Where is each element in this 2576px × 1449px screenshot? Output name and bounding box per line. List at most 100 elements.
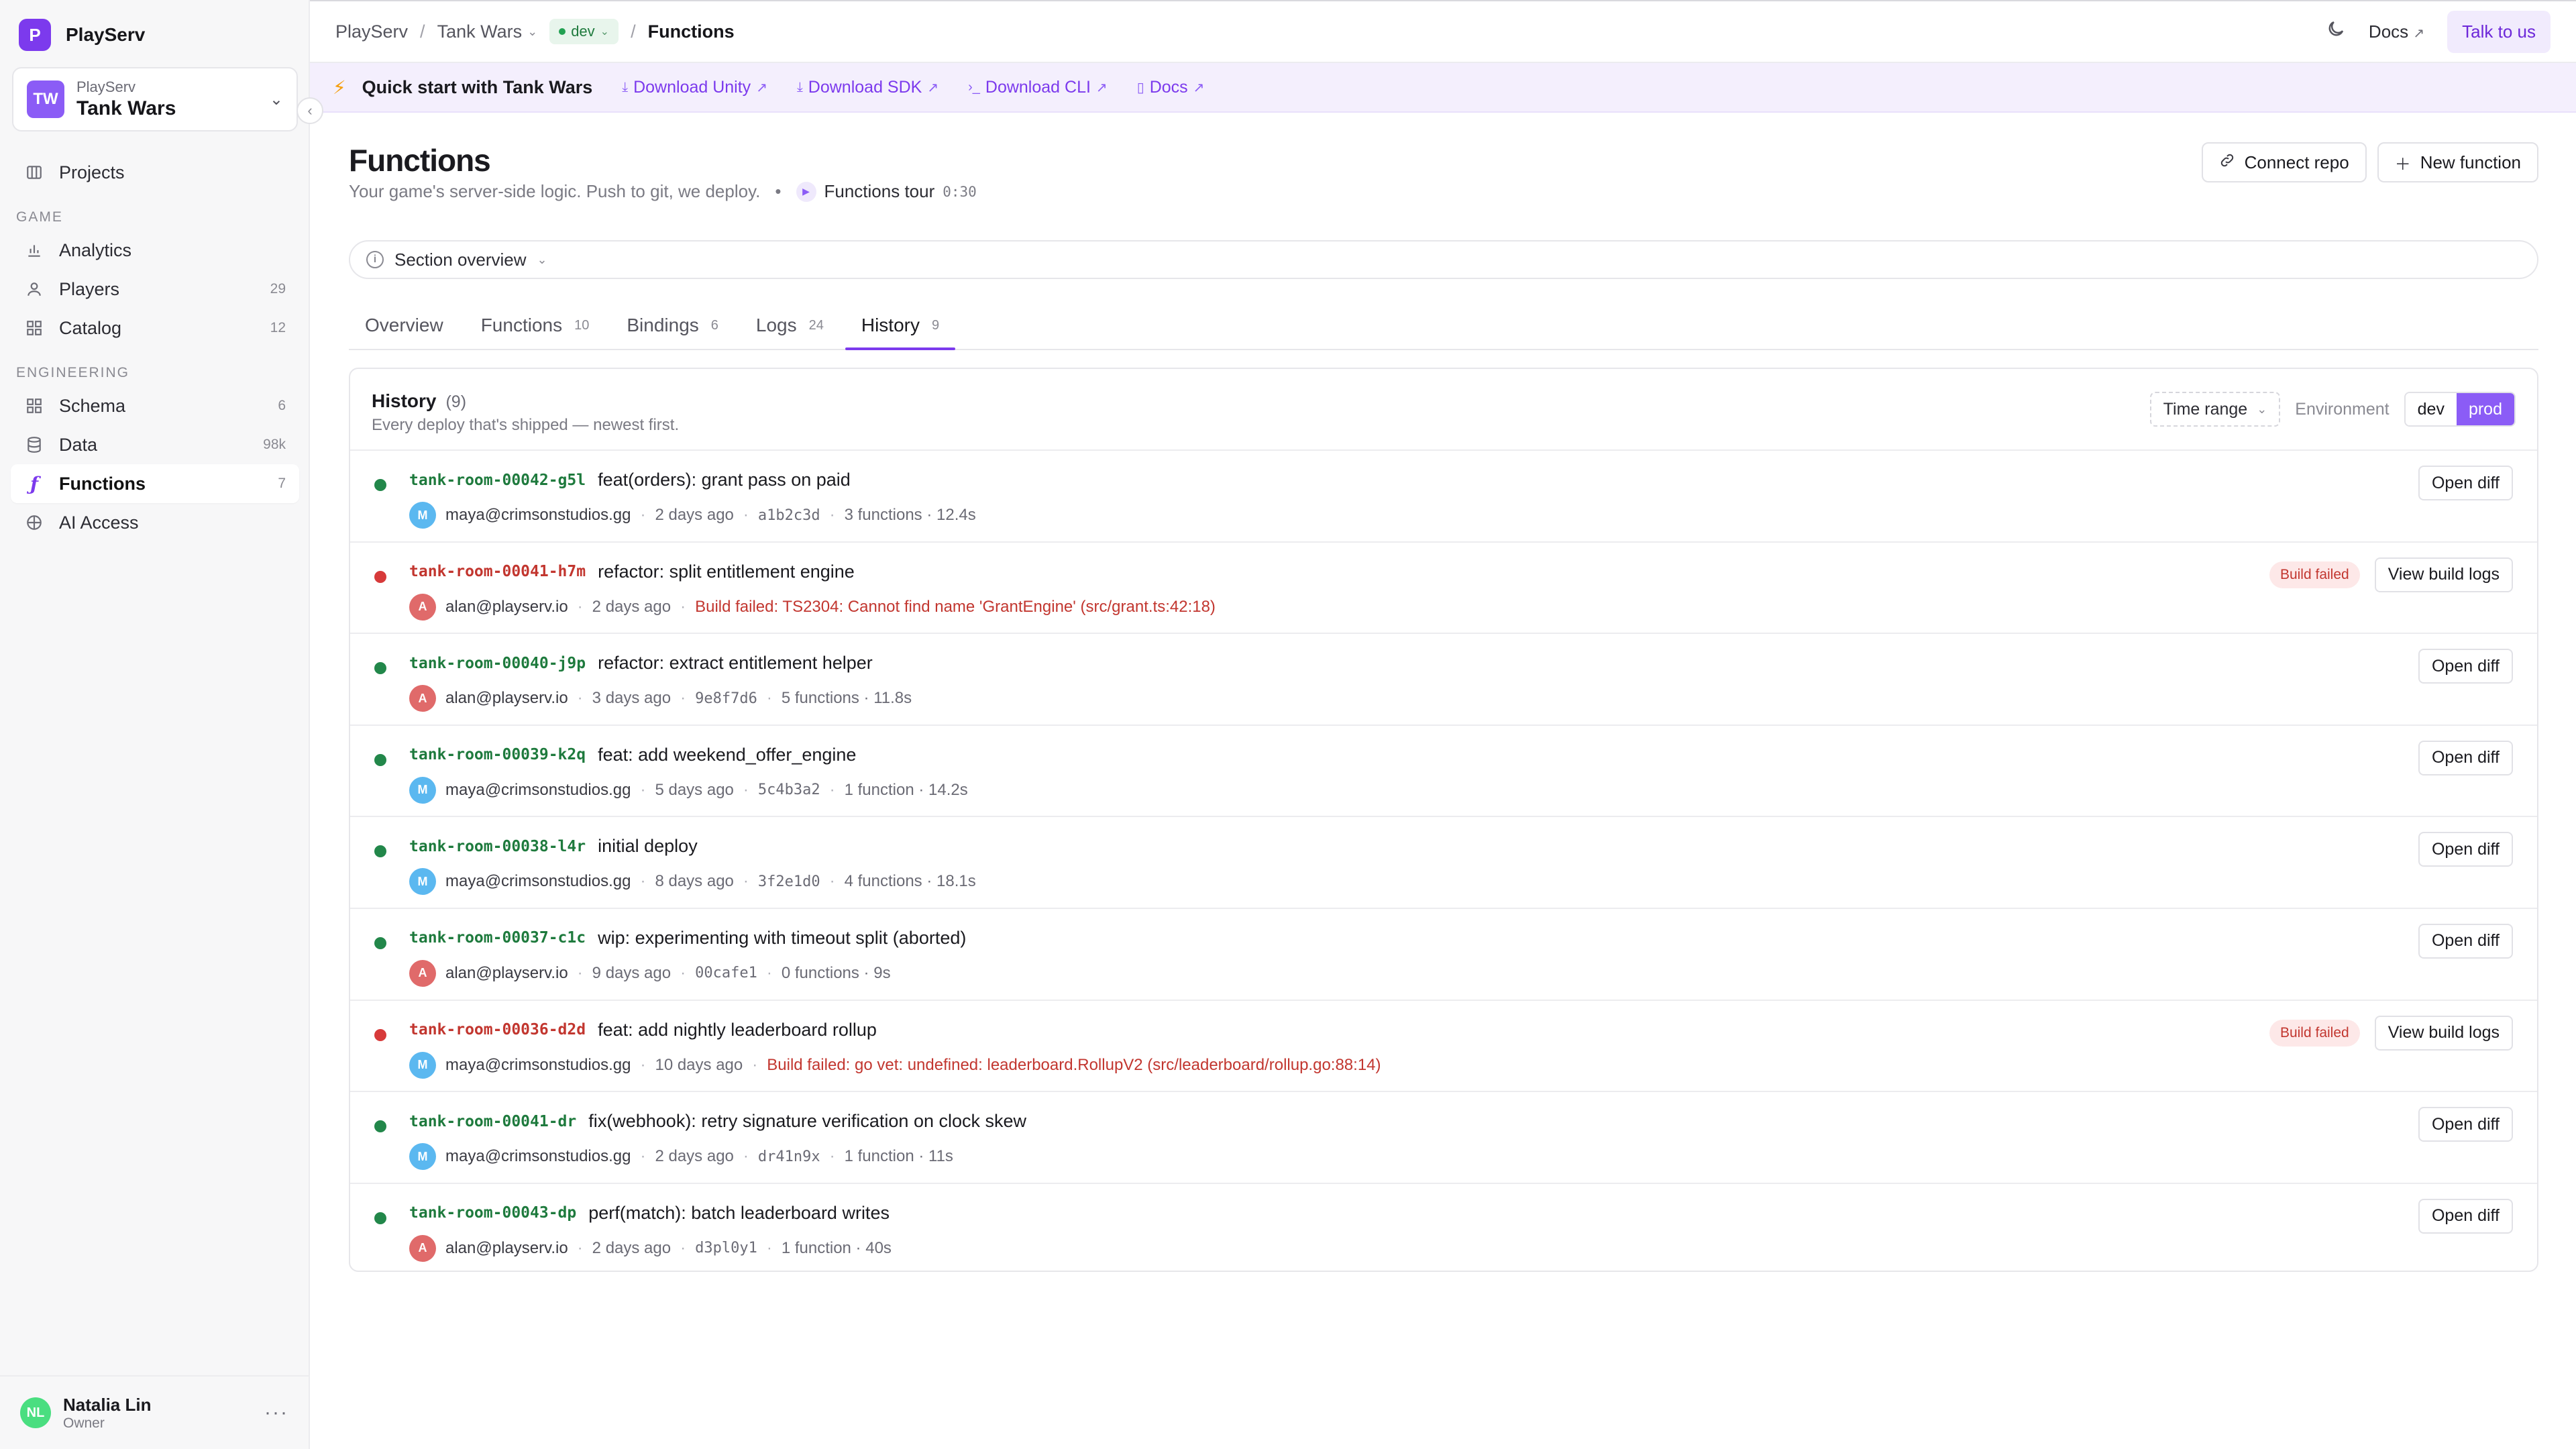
sidebar-item-analytics[interactable]: Analytics (11, 231, 299, 270)
row-meta: M maya@crimsonstudios.gg · 2 days ago · … (409, 502, 976, 529)
commit-hash[interactable]: 3f2e1d0 (758, 873, 820, 890)
row-header: tank-room-00041-h7m refactor: split enti… (409, 561, 855, 582)
chevron-down-icon[interactable]: ⌄ (527, 25, 537, 39)
environment-label: Environment (2295, 399, 2390, 419)
open-diff-button[interactable]: Open diff (2418, 1107, 2513, 1142)
deploy-time: 10 days ago (655, 1055, 743, 1074)
open-diff-button[interactable]: Open diff (2418, 649, 2513, 684)
user-icon (24, 279, 44, 299)
time-range-label: Time range (2163, 399, 2248, 419)
new-function-button[interactable]: ＋ New function (2377, 142, 2538, 182)
open-diff-button[interactable]: Open diff (2418, 832, 2513, 867)
env-option-prod[interactable]: prod (2456, 393, 2514, 425)
sidebar-item-catalog[interactable]: Catalog 12 (11, 309, 299, 347)
functions-tour-button[interactable]: ▶ Functions tour 0:30 (796, 181, 977, 202)
view-build-logs-button[interactable]: View build logs (2374, 1015, 2513, 1051)
deploy-id[interactable]: tank-room-00040-j9p (409, 655, 586, 672)
open-diff-button[interactable]: Open diff (2418, 1198, 2513, 1234)
docs-link[interactable]: ▯ Docs ↗ (1137, 78, 1205, 97)
sidebar-item-functions[interactable]: ƒ Functions 7 (11, 464, 299, 503)
sidebar-item-schema[interactable]: Schema 6 (11, 386, 299, 425)
deploy-stats: 5 functions · 11.8s (781, 689, 912, 708)
commit-message: feat: add weekend_offer_engine (598, 744, 857, 765)
sidebar-item-projects[interactable]: Projects (11, 153, 299, 192)
row-actions: Open diff (2418, 923, 2513, 959)
projects-icon (24, 162, 44, 182)
deploy-id[interactable]: tank-room-00036-d2d (409, 1021, 586, 1038)
tab-overview[interactable]: Overview (349, 302, 460, 349)
sidebar-nav: Projects GAME Analytics Players 29 Catal… (11, 153, 299, 542)
commit-hash[interactable]: a1b2c3d (758, 507, 820, 524)
connect-repo-button[interactable]: Connect repo (2201, 142, 2367, 182)
commit-hash[interactable]: 00cafe1 (695, 965, 757, 981)
chevron-down-icon: ⌄ (269, 90, 283, 109)
sidebar-item-players[interactable]: Players 29 (11, 270, 299, 309)
time-range-select[interactable]: Time range ⌄ (2149, 392, 2281, 427)
tab-logs[interactable]: Logs 24 (740, 302, 840, 349)
avatar: A (409, 959, 436, 987)
user-card[interactable]: NL Natalia Lin Owner ··· (0, 1375, 309, 1449)
docs-link[interactable]: Docs ↗ (2369, 21, 2424, 42)
row-header: tank-room-00042-g5l feat(orders): grant … (409, 470, 851, 490)
open-diff-button[interactable]: Open diff (2418, 923, 2513, 959)
env-selector[interactable]: dev ⌄ (549, 19, 619, 44)
breadcrumb-root[interactable]: PlayServ (335, 21, 408, 42)
chevron-down-icon: ⌄ (2257, 402, 2267, 416)
sidebar-item-count: 98k (263, 437, 286, 452)
link-label: Download Unity (633, 77, 751, 97)
deploy-id[interactable]: tank-room-00041-h7m (409, 563, 586, 580)
tab-bindings[interactable]: Bindings 6 (610, 302, 735, 349)
collapse-sidebar-button[interactable]: ‹ (297, 97, 323, 124)
table-row: tank-room-00039-k2q feat: add weekend_of… (350, 726, 2537, 818)
deploy-id[interactable]: tank-room-00041-dr (409, 1113, 576, 1130)
talk-to-us-button[interactable]: Talk to us (2447, 10, 2551, 53)
project-switcher[interactable]: TW PlayServ Tank Wars ⌄ (12, 67, 298, 131)
env-option-dev[interactable]: dev (2405, 393, 2457, 425)
commit-hash[interactable]: 5c4b3a2 (758, 782, 820, 798)
avatar: M (409, 502, 436, 529)
deploy-stats: 0 functions · 9s (781, 963, 891, 982)
status-dot (374, 1028, 386, 1041)
row-meta: A alan@playserv.io · 2 days ago · Build … (409, 593, 1216, 621)
download-cli-link[interactable]: ›_ Download CLI ↗ (968, 78, 1108, 97)
download-sdk-link[interactable]: ⤓ Download SDK ↗ (797, 78, 938, 97)
commit-hash[interactable]: dr41n9x (758, 1148, 820, 1165)
view-build-logs-button[interactable]: View build logs (2374, 557, 2513, 592)
moon-icon[interactable] (2326, 19, 2346, 44)
commit-hash[interactable]: 9e8f7d6 (695, 690, 757, 707)
table-row: tank-room-00036-d2d feat: add nightly le… (350, 1001, 2537, 1093)
status-dot (374, 479, 386, 491)
deploy-stats: 4 functions · 18.1s (844, 872, 976, 891)
tab-history[interactable]: History 9 (845, 302, 956, 350)
section-overview-toggle[interactable]: i Section overview ⌄ (349, 240, 2538, 279)
row-actions: Open diff (2418, 1198, 2513, 1234)
tab-label: Functions (480, 315, 563, 335)
sidebar-item-data[interactable]: Data 98k (11, 425, 299, 464)
deploy-id[interactable]: tank-room-00039-k2q (409, 746, 586, 763)
row-header: tank-room-00037-c1c wip: experimenting w… (409, 928, 966, 949)
deploy-id[interactable]: tank-room-00043-dp (409, 1204, 576, 1222)
deploy-id[interactable]: tank-room-00042-g5l (409, 472, 586, 489)
quickstart-title-wrap: ⚡ Quick start with Tank Wars (333, 76, 592, 99)
commit-hash[interactable]: d3pl0y1 (695, 1240, 757, 1256)
sidebar-item-ai-access[interactable]: AI Access (11, 503, 299, 542)
breadcrumb-project[interactable]: Tank Wars (437, 21, 523, 42)
more-icon[interactable]: ··· (264, 1401, 288, 1424)
info-icon: i (366, 251, 384, 268)
open-diff-button[interactable]: Open diff (2418, 740, 2513, 775)
brand[interactable]: P PlayServ (19, 19, 145, 51)
page-title: Functions (349, 143, 491, 178)
separator-dot: · (680, 963, 686, 982)
link-label: Docs (1149, 77, 1188, 97)
tab-functions[interactable]: Functions 10 (465, 302, 606, 349)
avatar: A (409, 1234, 436, 1262)
download-unity-link[interactable]: ⤓ Download Unity ↗ (622, 78, 767, 97)
row-meta: A alan@playserv.io · 3 days ago · 9e8f7d… (409, 685, 912, 712)
deploy-id[interactable]: tank-room-00037-c1c (409, 929, 586, 947)
deploy-id[interactable]: tank-room-00038-l4r (409, 838, 586, 855)
sidebar-item-label: Players (59, 278, 120, 299)
open-diff-button[interactable]: Open diff (2418, 466, 2513, 500)
sidebar-item-label: Functions (59, 473, 146, 494)
avatar: M (409, 776, 436, 804)
row-actions: Build failed View build logs (2269, 557, 2513, 592)
